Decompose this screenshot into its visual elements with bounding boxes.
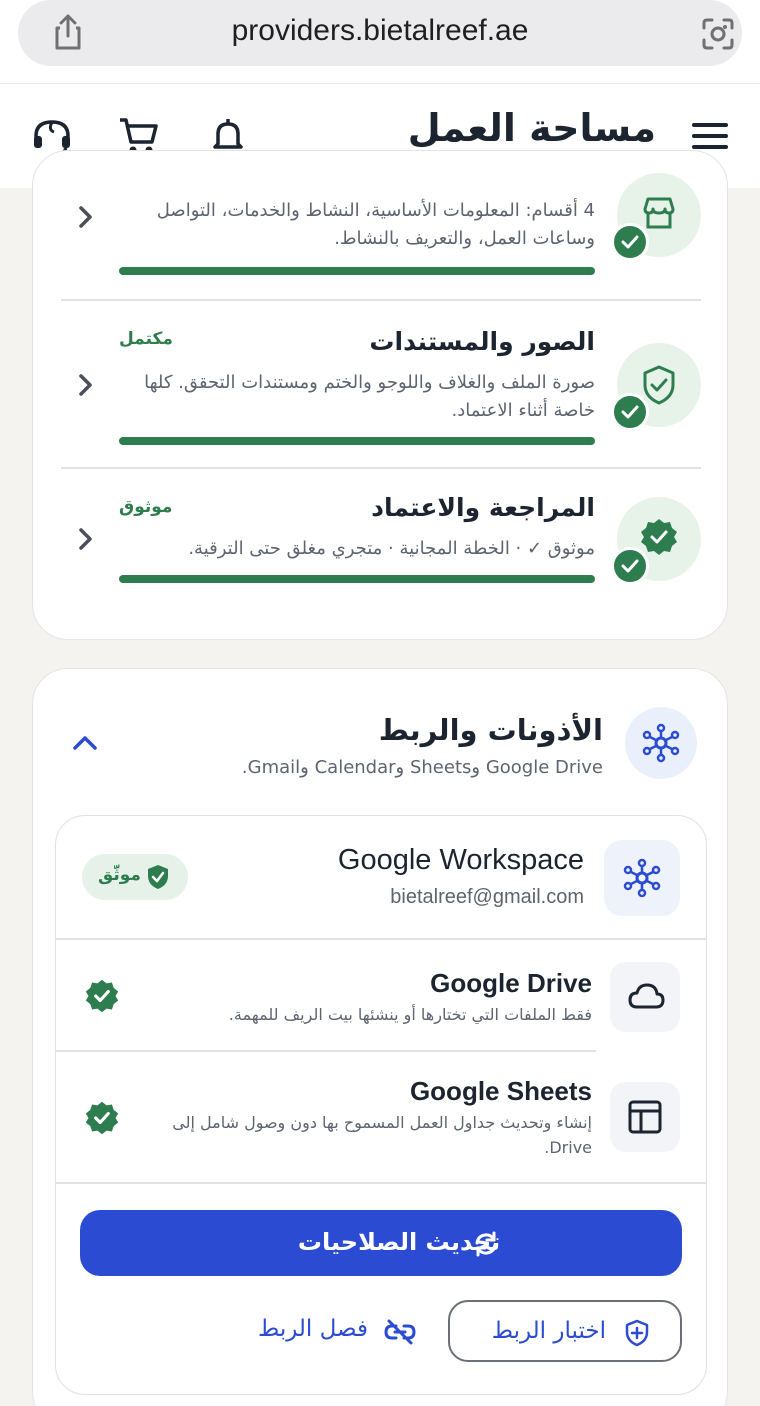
table-icon xyxy=(628,1100,662,1134)
disconnect-button[interactable]: فصل الربط xyxy=(246,1300,416,1362)
onboarding-card: 4 أقسام: المعلومات الأساسية، النشاط والخ… xyxy=(32,150,728,640)
browser-bar: providers.bietalreef.ae xyxy=(0,0,760,84)
row-description: موثوق ✓ · الخطة المجانية · متجري مغلق حت… xyxy=(188,538,595,559)
network-hub-icon xyxy=(623,858,661,898)
onboarding-row-review[interactable]: المراجعة والاعتماد موثوق موثوق ✓ · الخطة… xyxy=(33,469,729,629)
progress-bar xyxy=(119,267,595,275)
service-description: إنشاء وتحديث جداول العمل المسموح بها دون… xyxy=(172,1113,592,1157)
progress-bar xyxy=(119,575,595,583)
row-description: صورة الملف والغلاف واللوجو والختم ومستند… xyxy=(144,372,595,421)
row-description: 4 أقسام: المعلومات الأساسية، النشاط والخ… xyxy=(156,200,595,249)
shield-check-icon xyxy=(148,865,168,889)
integrations-card: الأذونات والربط Google Drive وSheets وCa… xyxy=(32,668,728,1406)
status-badge: مكتمل xyxy=(119,329,173,349)
onboarding-row-basic-info[interactable]: 4 أقسام: المعلومات الأساسية، النشاط والخ… xyxy=(33,151,729,299)
section-subtitle: Google Drive وSheets وCalendar وGmail. xyxy=(241,757,603,778)
refresh-permissions-button[interactable]: تحديث الصلاحيات xyxy=(80,1210,682,1276)
row-title: الصور والمستندات xyxy=(369,327,595,356)
disconnect-label: فصل الربط xyxy=(258,1316,368,1342)
page-title: مساحة العمل xyxy=(407,106,656,150)
divider xyxy=(56,938,706,940)
verified-label: موثّق xyxy=(98,865,141,885)
verified-badge: موثّق xyxy=(82,854,188,900)
refresh-permissions-label: تحديث الصلاحيات xyxy=(297,1228,501,1256)
row-title: المراجعة والاعتماد xyxy=(371,493,595,522)
workspace-icon-box xyxy=(604,840,680,916)
divider xyxy=(56,1182,706,1184)
cloud-icon xyxy=(628,983,665,1009)
test-connection-button[interactable]: اختبار الربط xyxy=(448,1300,682,1362)
chevron-left-icon[interactable] xyxy=(71,203,99,231)
link-off-icon xyxy=(384,1319,416,1345)
network-hub-icon xyxy=(642,723,680,763)
onboarding-row-documents[interactable]: الصور والمستندات مكتمل صورة الملف والغلا… xyxy=(33,301,729,467)
section-title: الأذونات والربط xyxy=(378,713,603,747)
progress-bar xyxy=(119,437,595,445)
address-bar[interactable]: providers.bietalreef.ae xyxy=(18,0,742,66)
verified-check-icon xyxy=(85,1101,119,1135)
service-icon-box xyxy=(610,1082,680,1152)
visual-search-icon[interactable] xyxy=(698,14,738,54)
section-icon xyxy=(625,707,697,779)
chevron-up-icon[interactable] xyxy=(69,727,101,759)
service-name: Google Drive xyxy=(430,968,592,998)
status-badge: موثوق xyxy=(119,497,173,517)
verified-check-icon xyxy=(85,979,119,1013)
store-icon xyxy=(643,197,675,229)
service-name: Google Sheets xyxy=(409,1076,592,1106)
divider xyxy=(56,1050,596,1052)
url-text[interactable]: providers.bietalreef.ae xyxy=(18,14,742,48)
chevron-left-icon[interactable] xyxy=(71,371,99,399)
complete-check-icon xyxy=(611,547,649,585)
service-icon-box xyxy=(610,962,680,1032)
workspace-email: bietalreef@gmail.com xyxy=(390,886,584,908)
shield-plus-icon xyxy=(625,1319,649,1347)
test-connection-label: اختبار الربط xyxy=(491,1318,606,1344)
verified-badge-icon xyxy=(641,519,677,555)
complete-check-icon xyxy=(611,393,649,431)
service-description: فقط الملفات التي تختارها أو ينشئها بيت ا… xyxy=(228,1005,592,1024)
chevron-left-icon[interactable] xyxy=(71,525,99,553)
complete-check-icon xyxy=(611,223,649,261)
workspace-name: Google Workspace xyxy=(337,844,584,876)
google-workspace-panel: Google Workspace bietalreef@gmail.com مو… xyxy=(55,815,707,1395)
